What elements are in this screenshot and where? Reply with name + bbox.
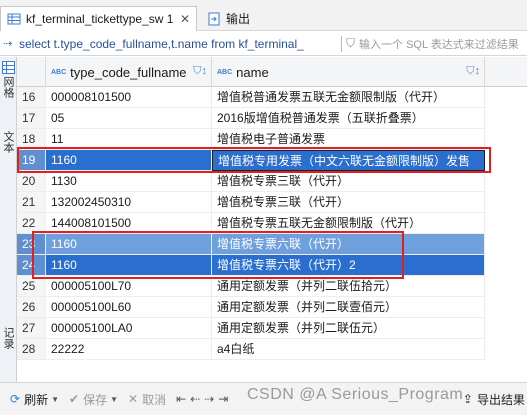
filter-input[interactable]: 输入一个 SQL 表达式来过滤结果	[359, 36, 527, 52]
column-header-name[interactable]: ABC name ⛉↕	[212, 57, 485, 87]
row-number[interactable]: 17	[17, 108, 46, 129]
table-row[interactable]: 23 1160 增值税专票六联（代开）	[17, 234, 527, 255]
sort-filter-icon[interactable]: ⛉↕	[193, 65, 207, 78]
cell-type-code-fullname[interactable]: 05	[46, 108, 212, 129]
cell-name[interactable]: a4白纸	[212, 339, 485, 360]
watermark-text: CSDN @A Serious_Program	[247, 386, 464, 403]
cell-name[interactable]: 增值税专票三联（代开）	[212, 192, 485, 213]
table-row[interactable]: 21 132002450310 增值税专票三联（代开）	[17, 192, 527, 213]
text-type-icon: ABC	[51, 68, 67, 76]
save-icon: ✔	[69, 392, 80, 406]
cell-name[interactable]: 增值税普通发票五联无金额限制版（代开）	[212, 87, 485, 108]
cell-type-code-fullname[interactable]: 11	[46, 129, 212, 150]
row-number[interactable]: 27	[17, 318, 46, 339]
export-results-button[interactable]: ⇪ 导出结果	[463, 391, 525, 408]
row-number[interactable]: 24	[17, 255, 46, 276]
cell-name[interactable]: 增值税专用发票（中文六联无金额限制版）发售	[212, 150, 485, 171]
table-row[interactable]: 18 11 增值税电子普通发票	[17, 129, 527, 150]
table-row[interactable]: 28 22222 a4白纸	[17, 339, 527, 360]
cell-name[interactable]: 增值税电子普通发票	[212, 129, 485, 150]
export-icon: ⇪	[462, 392, 473, 406]
cell-name[interactable]: 通用定额发票（并列二联伍拾元）	[212, 276, 485, 297]
table-row[interactable]: 27 000005100LA0 通用定额发票（并列二联伍元）	[17, 318, 527, 339]
sql-query-icon: ⇢	[3, 38, 13, 50]
cell-name[interactable]: 通用定额发票（并列二联伍元）	[212, 318, 485, 339]
chevron-down-icon[interactable]: ▼	[51, 395, 59, 404]
output-icon	[208, 12, 220, 25]
refresh-button[interactable]: ⟳ 刷新 ▼	[10, 391, 59, 408]
close-icon[interactable]: ✕	[180, 12, 190, 26]
column-header-type-code-fullname[interactable]: ABC type_code_fullname ⛉↕	[46, 57, 212, 87]
cell-type-code-fullname[interactable]: 000008101500	[46, 87, 212, 108]
cell-type-code-fullname[interactable]: 1130	[46, 171, 212, 192]
divider	[341, 35, 342, 52]
cell-type-code-fullname[interactable]: 1160	[46, 234, 212, 255]
cell-name[interactable]: 2016版增值税普通发票（五联折叠票）	[212, 108, 485, 129]
refresh-icon: ⟳	[10, 392, 21, 406]
chevron-down-icon[interactable]: ▼	[110, 395, 118, 404]
row-number-header	[17, 57, 46, 87]
tab-label: kf_terminal_tickettype_sw 1	[26, 12, 174, 26]
text-type-icon: ABC	[217, 68, 233, 76]
filter-icon[interactable]: ⛉	[346, 36, 355, 51]
cancel-button[interactable]: ✕ 取消	[128, 391, 166, 408]
row-number[interactable]: 26	[17, 297, 46, 318]
row-number[interactable]: 18	[17, 129, 46, 150]
column-header-label: name	[236, 64, 269, 80]
save-button[interactable]: ✔ 保存 ▼	[69, 391, 118, 408]
cell-type-code-fullname[interactable]: 144008101500	[46, 213, 212, 234]
tab-result-set[interactable]: kf_terminal_tickettype_sw 1 ✕	[0, 6, 197, 31]
cell-type-code-fullname[interactable]: 1160	[46, 150, 212, 171]
row-number[interactable]: 19	[17, 150, 46, 171]
cell-name[interactable]: 增值税专票六联（代开）	[212, 234, 485, 255]
table-row[interactable]: 16 000008101500 增值税普通发票五联无金额限制版（代开）	[17, 87, 527, 108]
cell-name[interactable]: 增值税专票六联（代开）2	[212, 255, 485, 276]
table-row[interactable]: 17 05 2016版增值税普通发票（五联折叠票）	[17, 108, 527, 129]
table-row[interactable]: 24 1160 增值税专票六联（代开）2	[17, 255, 527, 276]
side-tab-record[interactable]: 记录	[1, 327, 16, 349]
table-row[interactable]: 19 1160 增值税专用发票（中文六联无金额限制版）发售	[17, 150, 527, 171]
cell-name[interactable]: 增值税专票五联无金额限制版（代开）	[212, 213, 485, 234]
tab-label: 输出	[226, 12, 251, 26]
row-number[interactable]: 28	[17, 339, 46, 360]
cancel-label: 取消	[142, 392, 167, 407]
cell-type-code-fullname[interactable]: 1160	[46, 255, 212, 276]
cell-type-code-fullname[interactable]: 132002450310	[46, 192, 212, 213]
grid-header: ABC type_code_fullname ⛉↕ ABC name ⛉↕	[17, 57, 527, 87]
row-number[interactable]: 22	[17, 213, 46, 234]
row-number[interactable]: 20	[17, 171, 46, 192]
editor-tab-bar: kf_terminal_tickettype_sw 1 ✕ 输出	[0, 0, 527, 31]
row-number[interactable]: 23	[17, 234, 46, 255]
table-row[interactable]: 22 144008101500 增值税专票五联无金额限制版（代开）	[17, 213, 527, 234]
row-navigation-icons[interactable]: ⇤⇠⇢⇥	[176, 392, 232, 406]
side-tab-grid[interactable]: 网格	[1, 76, 16, 98]
refresh-label: 刷新	[24, 392, 49, 407]
table-row[interactable]: 20 1130 增值税专票三联（代开）	[17, 171, 527, 192]
table-row[interactable]: 26 000005100L60 通用定额发票（并列二联壹佰元）	[17, 297, 527, 318]
tab-output[interactable]: 输出	[201, 6, 261, 31]
cancel-icon: ✕	[128, 392, 139, 406]
side-tab-text[interactable]: 文本	[1, 131, 16, 153]
cell-type-code-fullname[interactable]: 000005100L60	[46, 297, 212, 318]
export-label: 导出结果	[476, 392, 525, 407]
save-label: 保存	[83, 392, 108, 407]
result-grid: ABC type_code_fullname ⛉↕ ABC name ⛉↕ 16…	[17, 57, 527, 382]
view-mode-sidebar: 网格 文本 记录	[0, 57, 17, 382]
row-number[interactable]: 16	[17, 87, 46, 108]
cell-type-code-fullname[interactable]: 000005100L70	[46, 276, 212, 297]
table-icon	[7, 13, 21, 25]
row-number[interactable]: 25	[17, 276, 46, 297]
cell-name[interactable]: 增值税专票三联（代开）	[212, 171, 485, 192]
cell-name[interactable]: 通用定额发票（并列二联壹佰元）	[212, 297, 485, 318]
grid-view-icon[interactable]	[2, 61, 15, 74]
cell-type-code-fullname[interactable]: 22222	[46, 339, 212, 360]
query-filter-bar: ⇢ select t.type_code_fullname,t.name fro…	[0, 32, 527, 56]
sort-filter-icon[interactable]: ⛉↕	[466, 65, 480, 78]
cell-type-code-fullname[interactable]: 000005100LA0	[46, 318, 212, 339]
row-number[interactable]: 21	[17, 192, 46, 213]
sql-query-text[interactable]: select t.type_code_fullname,t.name from …	[19, 37, 337, 51]
column-header-label: type_code_fullname	[70, 64, 187, 80]
table-row[interactable]: 25 000005100L70 通用定额发票（并列二联伍拾元）	[17, 276, 527, 297]
